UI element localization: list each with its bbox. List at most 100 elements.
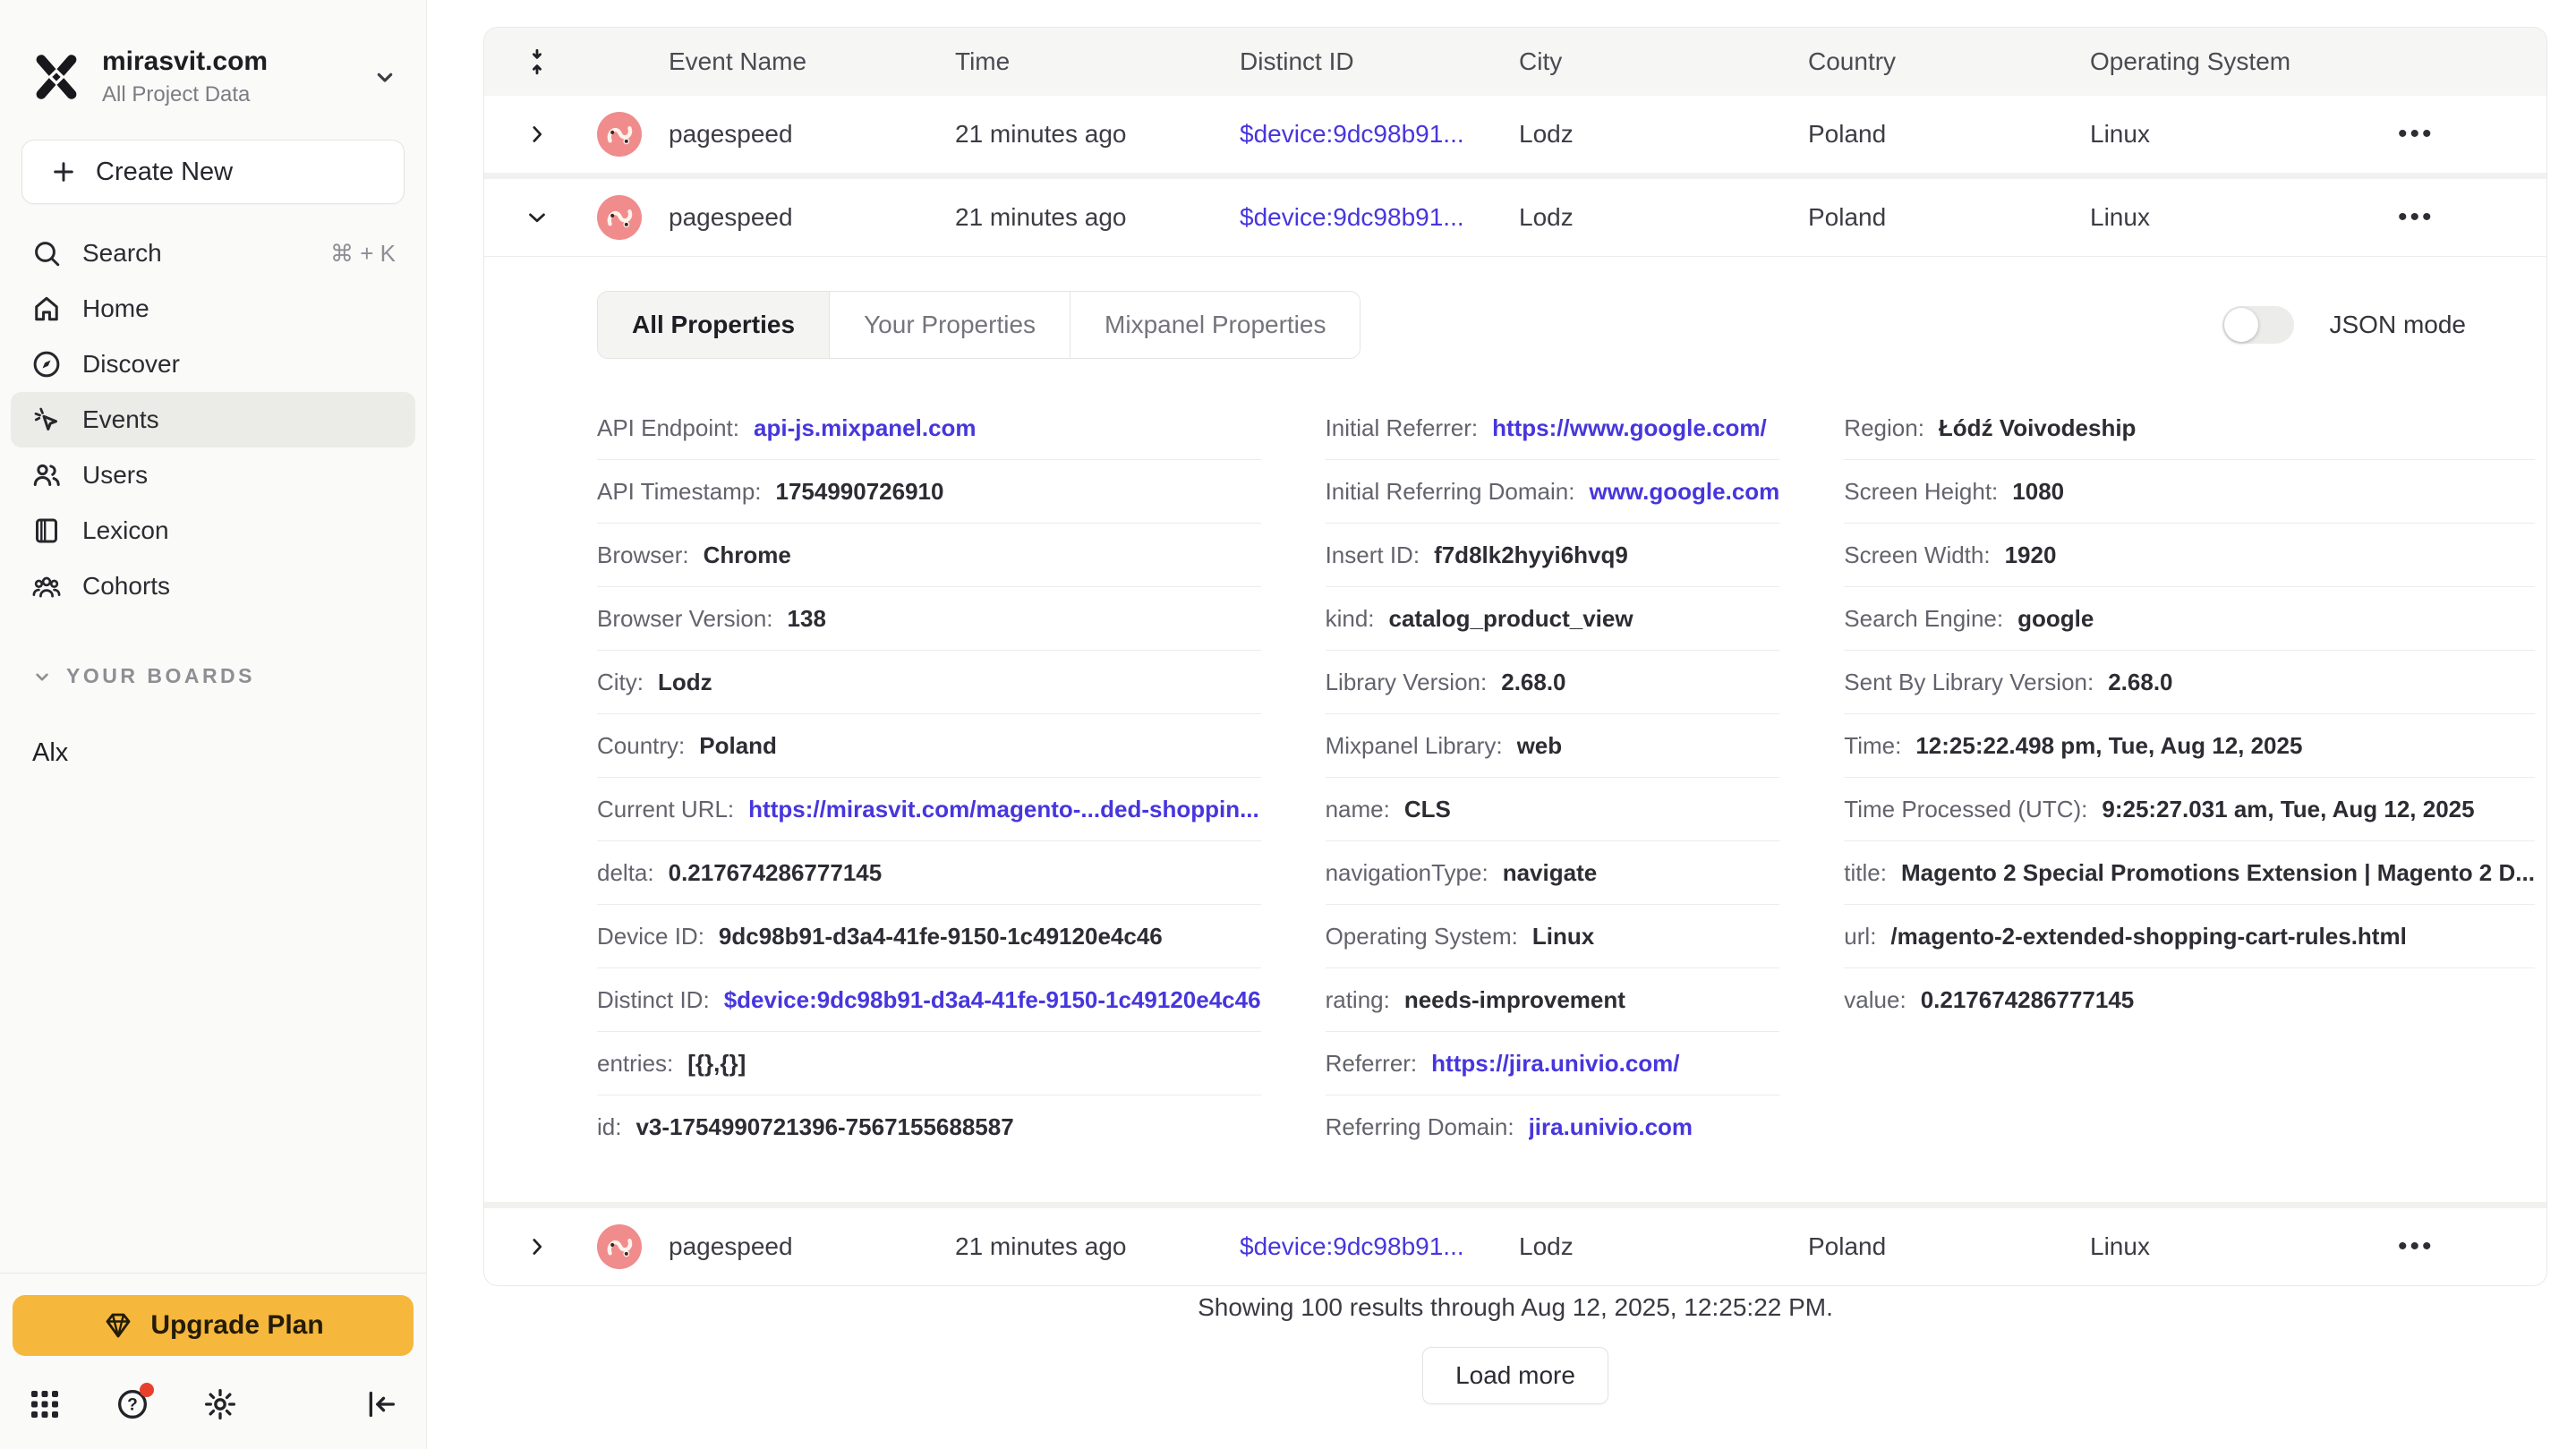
property-value: CLS (1404, 796, 1451, 823)
chevron-down-icon (371, 63, 399, 91)
property-label: Distinct ID: (597, 986, 710, 1014)
column-header-city[interactable]: City (1519, 47, 1808, 76)
property-value: 0.217674286777145 (669, 859, 883, 887)
tab-all-properties[interactable]: All Properties (598, 292, 829, 358)
chevron-down-icon (30, 665, 54, 688)
event-row[interactable]: pagespeed 21 minutes ago $device:9dc98b9… (484, 1208, 2546, 1285)
property-label: Device ID: (597, 923, 704, 950)
gem-icon (102, 1309, 134, 1342)
property-value: f7d8lk2hyyi6hvq9 (1434, 541, 1628, 569)
sidebar-item-users[interactable]: Users (11, 447, 415, 503)
table-body: pagespeed 21 minutes ago $device:9dc98b9… (484, 96, 2546, 1285)
event-avatar-icon (597, 112, 642, 157)
sidebar-item-lexicon[interactable]: Lexicon (11, 503, 415, 558)
property-row: Initial Referrer: https://www.google.com/ (1326, 396, 1780, 460)
create-new-button[interactable]: Create New (21, 140, 405, 204)
events-table-card: Event Name Time Distinct ID City Country… (483, 27, 2547, 1286)
settings-gear-icon[interactable] (202, 1386, 238, 1422)
event-distinct-id-link[interactable]: $device:9dc98b91... (1240, 203, 1519, 232)
event-row[interactable]: pagespeed 21 minutes ago $device:9dc98b9… (484, 96, 2546, 173)
property-row: Browser Version:138 (597, 587, 1261, 651)
row-more-button[interactable]: ••• (2398, 119, 2546, 149)
property-row: entries:[{},{}] (597, 1032, 1261, 1095)
property-value-link[interactable]: $device:9dc98b91-d3a4-41fe-9150-1c49120e… (724, 986, 1261, 1014)
event-distinct-id-link[interactable]: $device:9dc98b91... (1240, 120, 1519, 149)
sidebar-item-discover[interactable]: Discover (11, 337, 415, 392)
property-value: Chrome (704, 541, 791, 569)
property-label: Time: (1844, 732, 1901, 760)
sidebar-item-home[interactable]: Home (11, 281, 415, 337)
property-row: navigationType:navigate (1326, 841, 1780, 905)
column-header-distinct-id[interactable]: Distinct ID (1240, 47, 1519, 76)
chevron-right-icon[interactable] (524, 1233, 550, 1260)
event-os: Linux (2090, 1232, 2398, 1261)
event-city: Lodz (1519, 120, 1808, 149)
search-icon (30, 237, 63, 269)
collapse-sidebar-icon[interactable] (363, 1386, 399, 1422)
chevron-right-icon[interactable] (524, 121, 550, 148)
row-more-button[interactable]: ••• (2398, 1232, 2546, 1262)
load-more-button[interactable]: Load more (1422, 1347, 1608, 1404)
property-label: Region: (1844, 414, 1924, 442)
tab-mixpanel-properties[interactable]: Mixpanel Properties (1070, 292, 1360, 358)
property-label: Sent By Library Version: (1844, 669, 2094, 696)
property-label: Time Processed (UTC): (1844, 796, 2087, 823)
create-new-label: Create New (96, 158, 233, 187)
sidebar-nav: Search ⌘ + K Home Discover Events (11, 226, 415, 614)
property-value-link[interactable]: www.google.com (1589, 478, 1779, 506)
help-icon[interactable]: ? (115, 1386, 150, 1422)
event-city: Lodz (1519, 203, 1808, 232)
column-header-time[interactable]: Time (955, 47, 1240, 76)
json-mode-label: JSON mode (2330, 311, 2467, 339)
column-header-event-name[interactable]: Event Name (669, 47, 955, 76)
row-more-button[interactable]: ••• (2398, 202, 2546, 233)
property-label: Screen Height: (1844, 478, 1998, 506)
property-label: Mixpanel Library: (1326, 732, 1503, 760)
property-row: Initial Referring Domain: www.google.com (1326, 460, 1780, 524)
tab-your-properties[interactable]: Your Properties (829, 292, 1070, 358)
property-value-link[interactable]: https://jira.univio.com/ (1431, 1050, 1679, 1078)
property-label: Operating System: (1326, 923, 1518, 950)
property-row: Browser: Chrome (597, 524, 1261, 587)
event-time: 21 minutes ago (955, 203, 1240, 232)
property-label: Browser: (597, 541, 689, 569)
event-os: Linux (2090, 203, 2398, 232)
property-label: Initial Referrer: (1326, 414, 1479, 442)
column-header-os[interactable]: Operating System (2090, 47, 2398, 76)
your-boards-header[interactable]: YOUR BOARDS (30, 664, 426, 688)
property-row: Referrer:https://jira.univio.com/ (1326, 1032, 1780, 1095)
sidebar-item-label: Lexicon (82, 516, 169, 545)
column-header-country[interactable]: Country (1808, 47, 2090, 76)
property-row: Current URL:https://mirasvit.com/magento… (597, 778, 1261, 841)
sidebar-item-label: Home (82, 294, 149, 323)
sidebar-item-label: Events (82, 405, 159, 434)
sidebar-item-events[interactable]: Events (11, 392, 415, 447)
project-switcher[interactable]: mirasvit.com All Project Data (0, 0, 426, 115)
property-value: 1754990726910 (776, 478, 944, 506)
property-row: Device ID:9dc98b91-d3a4-41fe-9150-1c4912… (597, 905, 1261, 968)
sidebar-item-search[interactable]: Search ⌘ + K (11, 226, 415, 281)
json-mode-toggle[interactable] (2222, 306, 2294, 344)
event-name: pagespeed (669, 203, 955, 232)
chevron-down-icon[interactable] (524, 204, 550, 231)
property-row: Mixpanel Library:web (1326, 714, 1780, 778)
apps-grid-icon[interactable] (27, 1386, 63, 1422)
property-label: Initial Referring Domain: (1326, 478, 1575, 506)
event-country: Poland (1808, 120, 2090, 149)
property-value: 2.68.0 (1501, 669, 1565, 696)
property-value: Poland (699, 732, 777, 760)
property-value: navigate (1503, 859, 1598, 887)
property-row: Country:Poland (597, 714, 1261, 778)
collapse-rows-icon[interactable] (522, 47, 552, 77)
sidebar-item-cohorts[interactable]: Cohorts (11, 558, 415, 614)
event-distinct-id-link[interactable]: $device:9dc98b91... (1240, 1232, 1519, 1261)
property-value-link[interactable]: jira.univio.com (1529, 1113, 1693, 1141)
property-value-link[interactable]: api-js.mixpanel.com (754, 414, 977, 442)
event-row[interactable]: pagespeed 21 minutes ago $device:9dc98b9… (484, 179, 2546, 256)
board-item-alx[interactable]: Alx (11, 728, 415, 778)
property-value-link[interactable]: https://www.google.com/ (1492, 414, 1767, 442)
upgrade-plan-button[interactable]: Upgrade Plan (13, 1295, 414, 1356)
project-name: mirasvit.com (102, 47, 351, 77)
property-value-link[interactable]: https://mirasvit.com/magento-...ded-shop… (748, 796, 1259, 823)
property-label: rating: (1326, 986, 1390, 1014)
